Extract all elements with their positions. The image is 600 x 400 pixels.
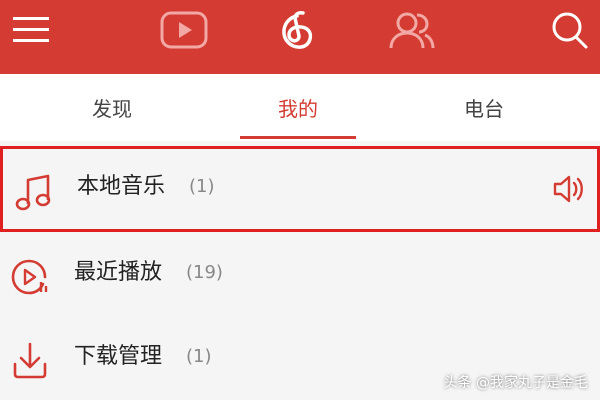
speaker-playing-icon xyxy=(551,171,587,207)
list-item-count: (19) xyxy=(186,262,223,283)
download-icon xyxy=(8,338,52,382)
menu-icon[interactable] xyxy=(8,0,54,60)
list-item-label: 下载管理 xyxy=(74,344,163,369)
list-item-recent-play[interactable]: 最近播放 (19) xyxy=(0,232,600,318)
tab-mine[interactable]: 我的 xyxy=(198,74,398,141)
tab-discover[interactable]: 发现 xyxy=(12,74,212,141)
friends-icon[interactable] xyxy=(386,0,438,60)
watermark: 头条 @我家丸子是金毛 xyxy=(443,375,588,391)
active-tab-indicator xyxy=(240,136,356,139)
list-item-count: (1) xyxy=(189,176,215,197)
tab-bar: 发现 我的 电台 xyxy=(0,74,600,141)
music-logo-icon[interactable] xyxy=(276,0,322,60)
tab-radio[interactable]: 电台 xyxy=(384,74,584,141)
list-item-count: (1) xyxy=(186,346,212,367)
list-item-local-music[interactable]: 本地音乐 (1) xyxy=(0,146,600,232)
list-item-label: 本地音乐 xyxy=(77,174,166,199)
recent-play-icon xyxy=(8,254,52,298)
music-note-icon xyxy=(11,171,55,215)
search-icon[interactable] xyxy=(546,0,592,60)
top-app-bar xyxy=(0,0,600,74)
video-icon[interactable] xyxy=(158,0,210,60)
list-item-label: 最近播放 xyxy=(74,260,163,285)
